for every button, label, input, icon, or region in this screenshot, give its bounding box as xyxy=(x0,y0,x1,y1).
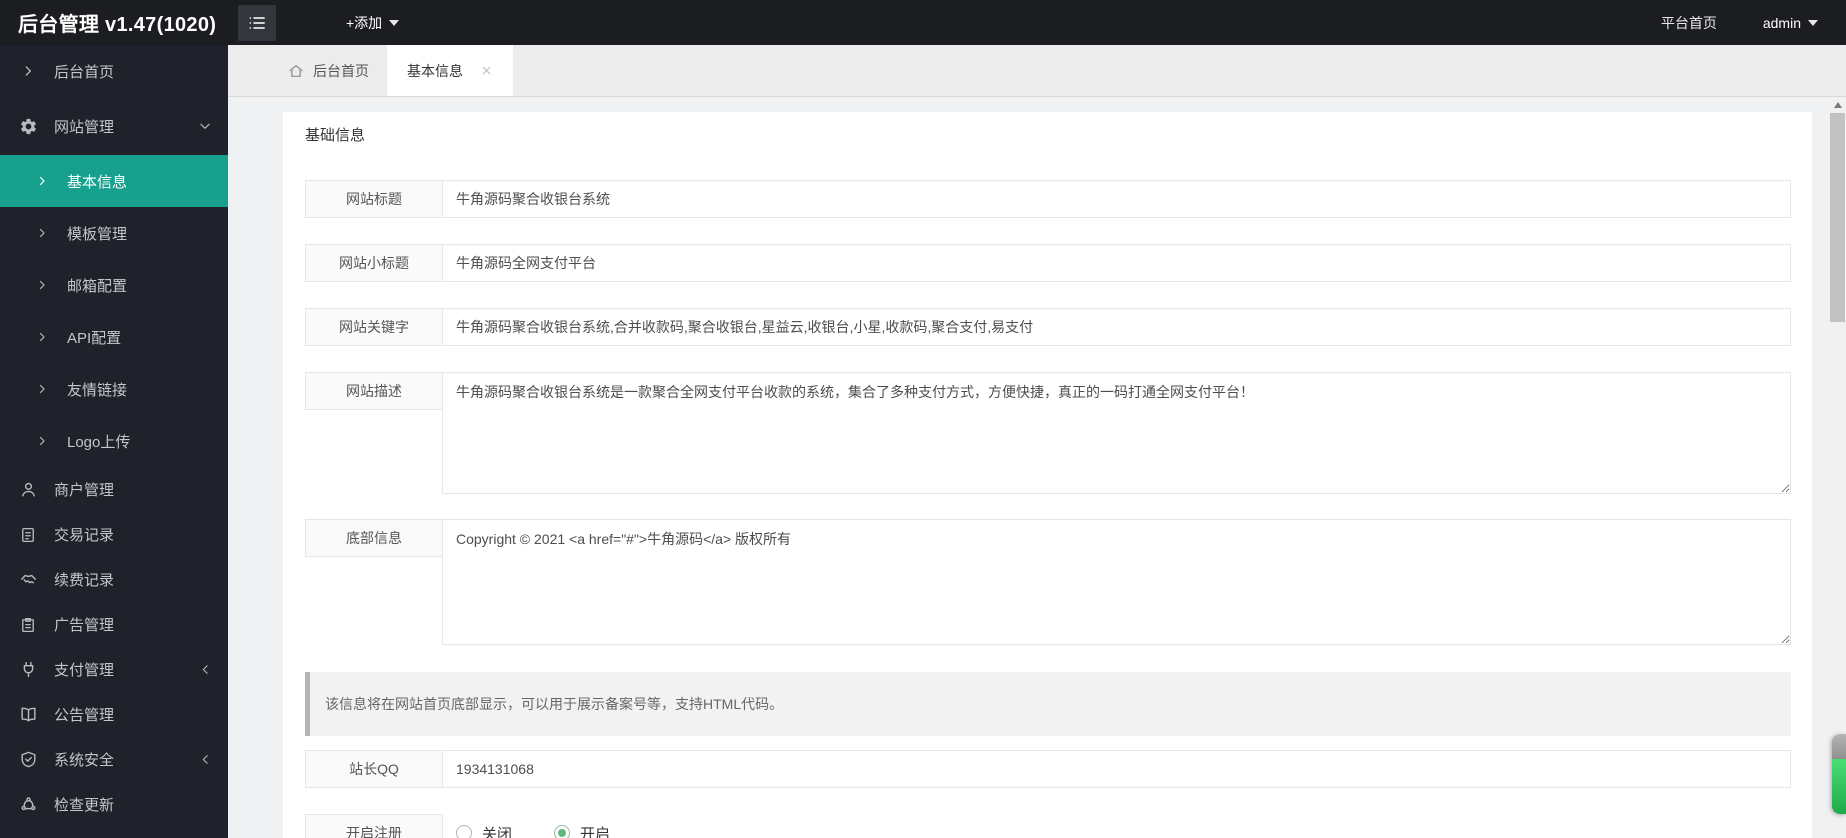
radio-register-off[interactable]: 关闭 xyxy=(456,823,512,838)
site-description-textarea[interactable]: 牛角源码聚合收银台系统是一款聚合全网支付平台收款的系统，集合了多种支付方式，方便… xyxy=(442,372,1791,494)
field-label: 底部信息 xyxy=(305,519,443,557)
site-keywords-input[interactable] xyxy=(442,308,1791,346)
sidebar: 后台首页 网站管理 基本信息 模板管理 邮箱配置 API配置 友情链接 Logo… xyxy=(0,45,228,838)
chevron-right-icon xyxy=(36,383,48,395)
radio-register-on[interactable]: 开启 xyxy=(554,823,610,838)
tab-basic-info[interactable]: 基本信息 xyxy=(387,45,513,96)
scrollbar-thumb[interactable] xyxy=(1830,113,1845,322)
caret-down-icon xyxy=(1808,19,1818,31)
field-label: 网站小标题 xyxy=(305,244,443,282)
sidebar-item-ad-mgmt[interactable]: 广告管理 xyxy=(0,602,228,647)
form-card: 基础信息 网站标题 网站小标题 网站关键字 网站描述 牛角源码聚合收银台系统是一… xyxy=(283,112,1812,838)
chevron-right-icon xyxy=(36,175,48,187)
chevron-right-icon xyxy=(36,435,48,447)
chevron-right-icon xyxy=(36,227,48,239)
chevron-down-icon xyxy=(198,119,212,133)
chevron-right-icon xyxy=(36,331,48,343)
sidebar-item-renewal-records[interactable]: 续费记录 xyxy=(0,557,228,602)
form-row-webmaster-qq: 站长QQ xyxy=(305,750,1791,788)
field-label: 网站关键字 xyxy=(305,308,443,346)
sidebar-subitem-api-config[interactable]: API配置 xyxy=(0,311,228,363)
clipboard-icon xyxy=(18,615,38,635)
caret-down-icon xyxy=(389,19,400,31)
menu-toggle-button[interactable] xyxy=(238,4,276,41)
chevron-right-icon xyxy=(18,61,38,81)
section-title: 基础信息 xyxy=(305,127,366,144)
plug-icon xyxy=(18,660,38,680)
tab-home[interactable]: 后台首页 xyxy=(270,45,387,96)
chevron-left-icon xyxy=(199,663,212,676)
platform-home-link[interactable]: 平台首页 xyxy=(1661,13,1717,33)
sidebar-subitem-template-mgmt[interactable]: 模板管理 xyxy=(0,207,228,259)
book-icon xyxy=(18,705,38,725)
sidebar-item-system-security[interactable]: 系统安全 xyxy=(0,737,228,782)
sidebar-item-payment-mgmt[interactable]: 支付管理 xyxy=(0,647,228,692)
field-label: 开启注册 xyxy=(305,814,443,838)
form-row-site-title: 网站标题 xyxy=(305,180,1791,218)
hint-box: 该信息将在网站首页底部显示，可以用于展示备案号等，支持HTML代码。 xyxy=(305,672,1791,736)
sidebar-item-dashboard[interactable]: 后台首页 xyxy=(0,45,228,97)
floating-widget-green-button[interactable] xyxy=(1832,759,1846,814)
radio-icon xyxy=(456,825,472,838)
shield-check-icon xyxy=(18,750,38,770)
close-icon[interactable] xyxy=(480,64,493,77)
chevron-left-icon xyxy=(199,753,212,766)
form-row-register-toggle: 开启注册 关闭 开启 xyxy=(305,814,1791,838)
scrollbar-up-arrow[interactable] xyxy=(1829,97,1846,113)
radio-icon xyxy=(554,825,571,838)
user-menu[interactable]: admin xyxy=(1763,15,1818,31)
sidebar-subitem-friend-links[interactable]: 友情链接 xyxy=(0,363,228,415)
footer-info-textarea[interactable]: Copyright © 2021 <a href="#">牛角源码</a> 版权… xyxy=(442,519,1791,645)
sidebar-subitem-basic-info[interactable]: 基本信息 xyxy=(0,155,228,207)
sidebar-subitem-logo-upload[interactable]: Logo上传 xyxy=(0,415,228,467)
handshake-icon xyxy=(18,570,38,590)
website-mgmt-submenu: 基本信息 模板管理 邮箱配置 API配置 友情链接 Logo上传 xyxy=(0,155,228,467)
site-subtitle-input[interactable] xyxy=(442,244,1791,282)
floating-widget xyxy=(1832,734,1846,814)
tabbar: 后台首页 基本信息 xyxy=(228,45,1846,97)
gear-icon xyxy=(18,116,38,136)
form-row-site-keywords: 网站关键字 xyxy=(305,308,1791,346)
username: admin xyxy=(1762,14,1801,31)
list-icon xyxy=(247,13,267,33)
field-label: 网站标题 xyxy=(305,180,443,218)
form-row-site-subtitle: 网站小标题 xyxy=(305,244,1791,282)
add-dropdown[interactable]: +添加 xyxy=(346,13,400,33)
home-icon xyxy=(288,63,304,79)
user-icon xyxy=(18,480,38,500)
refresh-icon xyxy=(18,795,38,815)
sidebar-subitem-email-config[interactable]: 邮箱配置 xyxy=(0,259,228,311)
register-radio-group: 关闭 开启 xyxy=(456,814,610,838)
field-label: 网站描述 xyxy=(305,372,443,410)
sidebar-item-check-update[interactable]: 检查更新 xyxy=(0,782,228,827)
file-text-icon xyxy=(18,525,38,545)
app-title: 后台管理 v1.47(1020) xyxy=(18,14,217,36)
topbar-right: 平台首页 admin xyxy=(1661,13,1846,33)
form-row-site-description: 网站描述 牛角源码聚合收银台系统是一款聚合全网支付平台收款的系统，集合了多种支付… xyxy=(305,372,1791,499)
sidebar-item-merchant-mgmt[interactable]: 商户管理 xyxy=(0,467,228,512)
sidebar-item-transaction-records[interactable]: 交易记录 xyxy=(0,512,228,557)
webmaster-qq-input[interactable] xyxy=(442,750,1791,788)
topbar: 后台管理 v1.47(1020) +添加 平台首页 admin xyxy=(0,0,1846,45)
scrollbar xyxy=(1829,97,1846,838)
sidebar-item-announcement-mgmt[interactable]: 公告管理 xyxy=(0,692,228,737)
admin-page: 后台管理 v1.47(1020) +添加 平台首页 admin 后台首页 网站管… xyxy=(0,0,1846,838)
add-dropdown-label: +添加 xyxy=(346,14,383,31)
floating-widget-gray-button[interactable] xyxy=(1832,734,1846,759)
chevron-right-icon xyxy=(36,279,48,291)
content-area: 基础信息 网站标题 网站小标题 网站关键字 网站描述 牛角源码聚合收银台系统是一… xyxy=(228,97,1829,838)
field-label: 站长QQ xyxy=(305,750,443,788)
sidebar-item-website-mgmt[interactable]: 网站管理 xyxy=(0,97,228,155)
form-row-footer-info: 底部信息 Copyright © 2021 <a href="#">牛角源码</… xyxy=(305,519,1791,650)
site-title-input[interactable] xyxy=(442,180,1791,218)
